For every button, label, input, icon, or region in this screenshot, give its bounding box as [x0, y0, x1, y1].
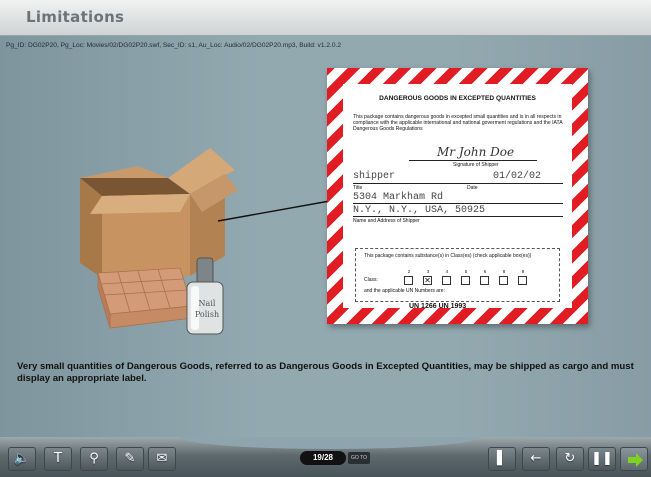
header-bar: Limitations	[0, 0, 651, 36]
class-number: 9	[521, 269, 525, 274]
class-checkbox	[518, 276, 527, 285]
notes-icon[interactable]: ✎	[116, 447, 144, 471]
box-flap-front	[90, 194, 190, 214]
label-inner: DANGEROUS GOODS IN EXCEPTED QUANTITIES T…	[343, 84, 572, 310]
description-text: Very small quantities of Dangerous Goods…	[17, 361, 634, 384]
class-number: 5	[464, 269, 468, 274]
svg-text:Polish: Polish	[195, 310, 219, 319]
class-number: 4	[445, 269, 449, 274]
address-line-rule-2	[353, 216, 563, 217]
address-line-rule-1	[353, 203, 563, 204]
class-checkbox-checked: ✕	[423, 276, 432, 285]
signature-value: Mr John Doe	[437, 145, 515, 159]
class-number: 8	[502, 269, 506, 274]
class-number: 6	[483, 269, 487, 274]
exit-door-icon[interactable]: ▌	[488, 447, 516, 471]
class-checkbox	[461, 276, 470, 285]
cardboard-divider	[97, 267, 193, 329]
text-icon[interactable]: T	[44, 447, 72, 471]
address-line-2: N.Y., N.Y., USA, 50925	[353, 205, 486, 216]
title-value: shipper	[353, 171, 396, 182]
class-checkbox	[480, 276, 489, 285]
mail-icon[interactable]: ✉	[148, 447, 176, 471]
signature-line	[409, 160, 537, 161]
date-caption: Date	[467, 185, 478, 191]
dangerous-goods-label: DANGEROUS GOODS IN EXCEPTED QUANTITIES T…	[327, 68, 588, 324]
class-checkbox	[499, 276, 508, 285]
date-value: 01/02/02	[493, 171, 542, 182]
speaker-icon[interactable]: 🔈	[8, 447, 36, 471]
back-arrow-icon[interactable]: ←	[522, 447, 550, 471]
signature-caption: Signature of Shipper	[453, 162, 499, 168]
class-label: Class:	[364, 277, 378, 283]
address-line-1: 5304 Markham Rd	[353, 192, 444, 203]
bottle-label: Nail	[199, 299, 216, 308]
class-number: 2	[407, 269, 411, 274]
goto-button[interactable]: GO TO	[348, 452, 370, 464]
title-date-line	[353, 183, 563, 184]
un-text: and the applicable UN Numbers are:	[364, 288, 445, 294]
class-text: This package contains substance(s) in Cl…	[364, 253, 532, 259]
page-title: Limitations	[26, 8, 125, 26]
label-title: DANGEROUS GOODS IN EXCEPTED QUANTITIES	[379, 95, 536, 102]
class-checkbox	[404, 276, 413, 285]
replay-icon[interactable]: ↻	[556, 447, 584, 471]
page-counter: 19/28	[300, 451, 346, 465]
pause-icon[interactable]: ❚❚	[588, 447, 616, 471]
class-checkbox	[442, 276, 451, 285]
bottom-toolbar: 🔈 T ⚲ ✎ ✉ 19/28 GO TO ▌ ← ↻ ❚❚	[0, 437, 651, 477]
next-button[interactable]	[620, 447, 648, 471]
search-icon[interactable]: ⚲	[80, 447, 108, 471]
un-numbers: UN 1266 UN 1993	[409, 303, 467, 310]
debug-info: Pg_ID: DG02P20, Pg_Loc: Movies/02/DG02P2…	[6, 42, 342, 49]
class-number: 3	[426, 269, 430, 274]
box-illustration: Nail Polish	[80, 148, 238, 335]
next-arrow-icon	[628, 453, 643, 467]
class-section: This package contains substance(s) in Cl…	[355, 248, 560, 302]
label-body: This package contains dangerous goods in…	[353, 114, 563, 133]
address-caption: Name and Address of Shipper	[353, 218, 420, 224]
title-caption: Title	[353, 185, 363, 191]
